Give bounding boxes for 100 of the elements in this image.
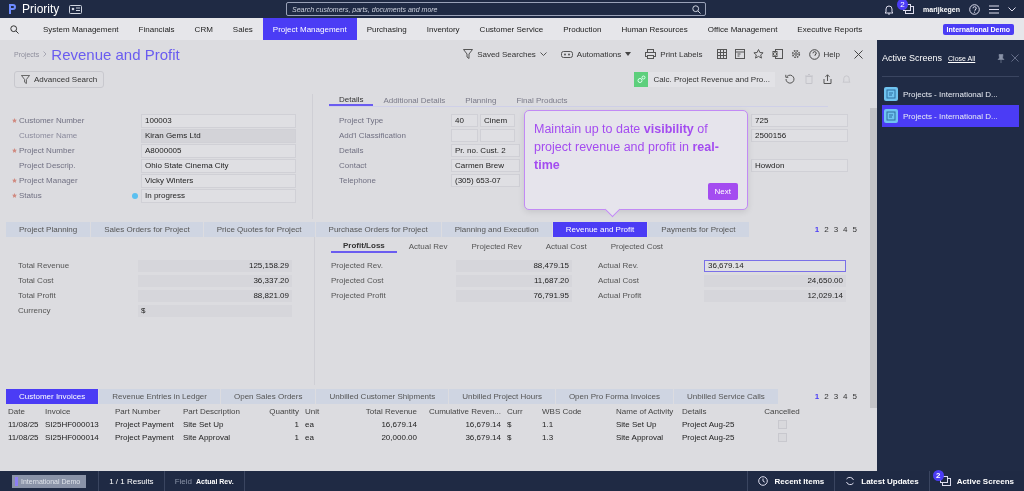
tab[interactable]: Projected Cost	[598, 240, 676, 253]
page-link[interactable]: 2	[824, 225, 829, 234]
tab[interactable]: Revenue Entries in Ledger	[99, 389, 220, 404]
page-link[interactable]: 5	[852, 392, 857, 401]
table-icon[interactable]	[716, 49, 727, 59]
pin-icon[interactable]	[997, 53, 1005, 63]
column-header[interactable]: Details	[682, 405, 752, 418]
column-header[interactable]: Curr	[507, 405, 542, 418]
advanced-search-button[interactable]: Advanced Search	[14, 70, 105, 88]
text-field[interactable]: Pr. no. Cust. 2	[451, 143, 520, 157]
column-header[interactable]: Total Revenue	[349, 405, 423, 418]
next-button[interactable]: Next	[707, 183, 738, 200]
help-icon[interactable]	[969, 3, 980, 15]
page-link[interactable]: 3	[833, 392, 839, 401]
tab[interactable]: Unbilled Service Calls	[674, 389, 778, 404]
chevron-down-icon[interactable]	[1008, 6, 1016, 12]
menu-tab[interactable]: Sales	[222, 18, 263, 40]
page-link[interactable]: 2	[824, 392, 829, 401]
column-header[interactable]: Invoice	[45, 405, 115, 418]
amount-field[interactable]: 11,687.20	[456, 274, 572, 287]
bell-icon[interactable]	[884, 3, 895, 15]
menu-tab[interactable]: Executive Reports	[787, 18, 873, 40]
tab[interactable]: Unbilled Project Hours	[449, 389, 555, 404]
menu-tab[interactable]: Financials	[128, 18, 185, 40]
recent-items-button[interactable]: Recent Items	[747, 471, 835, 491]
page-link[interactable]: 1	[814, 225, 820, 234]
tab[interactable]: Revenue and Profit	[552, 222, 648, 237]
print-labels-button[interactable]: Print Labels	[645, 49, 703, 59]
refresh-icon[interactable]	[785, 74, 795, 84]
menu-tab[interactable]: Customer Service	[469, 18, 554, 40]
report-icon[interactable]	[734, 49, 745, 59]
tab[interactable]: Purchase Orders for Project	[315, 222, 441, 237]
column-header[interactable]: Quantity	[253, 405, 305, 418]
scrollbar[interactable]	[870, 108, 877, 408]
text-field[interactable]: In progress	[141, 188, 296, 203]
menu-tab[interactable]: Inventory	[416, 18, 470, 40]
amount-field[interactable]: 12,029.14	[704, 289, 846, 302]
tab[interactable]: Customer Invoices	[6, 389, 99, 404]
amount-field[interactable]: 125,158.29	[138, 259, 292, 272]
column-header[interactable]: Cancelled	[752, 405, 812, 418]
column-header[interactable]: Cumulative Reven...	[423, 405, 507, 418]
screen-item[interactable]: Projects - International D...	[882, 83, 1019, 105]
text-field[interactable]: Vicky Winters	[141, 173, 296, 188]
amount-field[interactable]: 88,821.09	[138, 289, 292, 302]
active-screens-button[interactable]: 2 Active Screens	[928, 471, 1024, 491]
text-field[interactable]: Kiran Gems Ltd	[141, 128, 296, 143]
action-button[interactable]: Calc. Project Revenue and Pro...	[634, 71, 775, 87]
tab[interactable]: Price Quotes for Project	[203, 222, 315, 237]
star-icon[interactable]	[752, 49, 764, 59]
tab[interactable]: Sales Orders for Project	[91, 222, 203, 237]
menu-tab[interactable]: Human Resources	[611, 18, 698, 40]
id-card-icon[interactable]	[69, 4, 83, 14]
tab[interactable]: Open Pro Forma Invoices	[555, 389, 674, 404]
tab[interactable]: Actual Cost	[533, 240, 599, 253]
text-field[interactable]: Carmen Brew	[451, 158, 520, 172]
tab[interactable]: Open Sales Orders	[221, 389, 316, 404]
menu-tab[interactable]: Office Management	[697, 18, 788, 40]
column-header[interactable]: WBS Code	[542, 405, 616, 418]
column-header[interactable]: Unit	[305, 405, 349, 418]
tab[interactable]: Details	[329, 94, 374, 106]
column-header[interactable]: Date	[8, 405, 45, 418]
tab[interactable]: Actual Rev	[396, 240, 460, 253]
page-link[interactable]: 5	[852, 225, 857, 234]
text-field[interactable]: 100003	[141, 113, 296, 128]
page-link[interactable]: 3	[833, 225, 839, 234]
column-header[interactable]: Part Description	[183, 405, 253, 418]
search-icon[interactable]	[10, 24, 19, 34]
menu-tab[interactable]: Purchasing	[356, 18, 417, 40]
text-field[interactable]: Ohio State Cinema City	[141, 158, 296, 173]
amount-field[interactable]: 76,791.95	[456, 289, 572, 302]
menu-tab[interactable]: CRM	[184, 18, 223, 40]
share-icon[interactable]	[823, 74, 832, 84]
menu-icon[interactable]	[989, 4, 999, 14]
help-button[interactable]: Help	[808, 48, 840, 60]
screen-item[interactable]: Projects - International D...	[882, 105, 1019, 127]
text-field[interactable]: 40	[451, 113, 478, 127]
latest-updates-button[interactable]: Latest Updates	[834, 471, 929, 491]
menu-tab[interactable]: Production	[553, 18, 612, 40]
tab[interactable]: Payments for Project	[648, 222, 749, 237]
menu-tab[interactable]: Project Management	[262, 18, 357, 40]
amount-field[interactable]: 36,337.20	[138, 274, 292, 287]
spreadsheet-icon[interactable]	[771, 49, 783, 59]
text-field[interactable]: 2500156	[751, 128, 848, 142]
amount-field[interactable]: $	[138, 304, 292, 317]
text-field[interactable]: (305) 653-07	[451, 173, 520, 187]
tab[interactable]: Projected Rev	[459, 240, 534, 253]
text-field[interactable]: A8000005	[141, 143, 296, 158]
text-field[interactable]: 725	[751, 113, 848, 127]
text-field[interactable]: Cinem	[480, 113, 515, 127]
tab[interactable]: Profit/Loss	[331, 240, 397, 253]
tab[interactable]: Unbilled Customer Shipments	[316, 389, 449, 404]
page-link[interactable]: 1	[814, 392, 820, 401]
column-header[interactable]: Name of Activity	[616, 405, 682, 418]
close-icon[interactable]	[854, 49, 863, 59]
page-link[interactable]: 4	[843, 392, 848, 401]
tab[interactable]: Project Planning	[6, 222, 91, 237]
saved-searches-button[interactable]: Saved Searches	[463, 49, 547, 59]
menu-tab[interactable]: System Management	[33, 18, 129, 40]
text-field[interactable]: Howdon	[751, 158, 848, 172]
amount-field[interactable]: 88,479.15	[456, 259, 572, 272]
